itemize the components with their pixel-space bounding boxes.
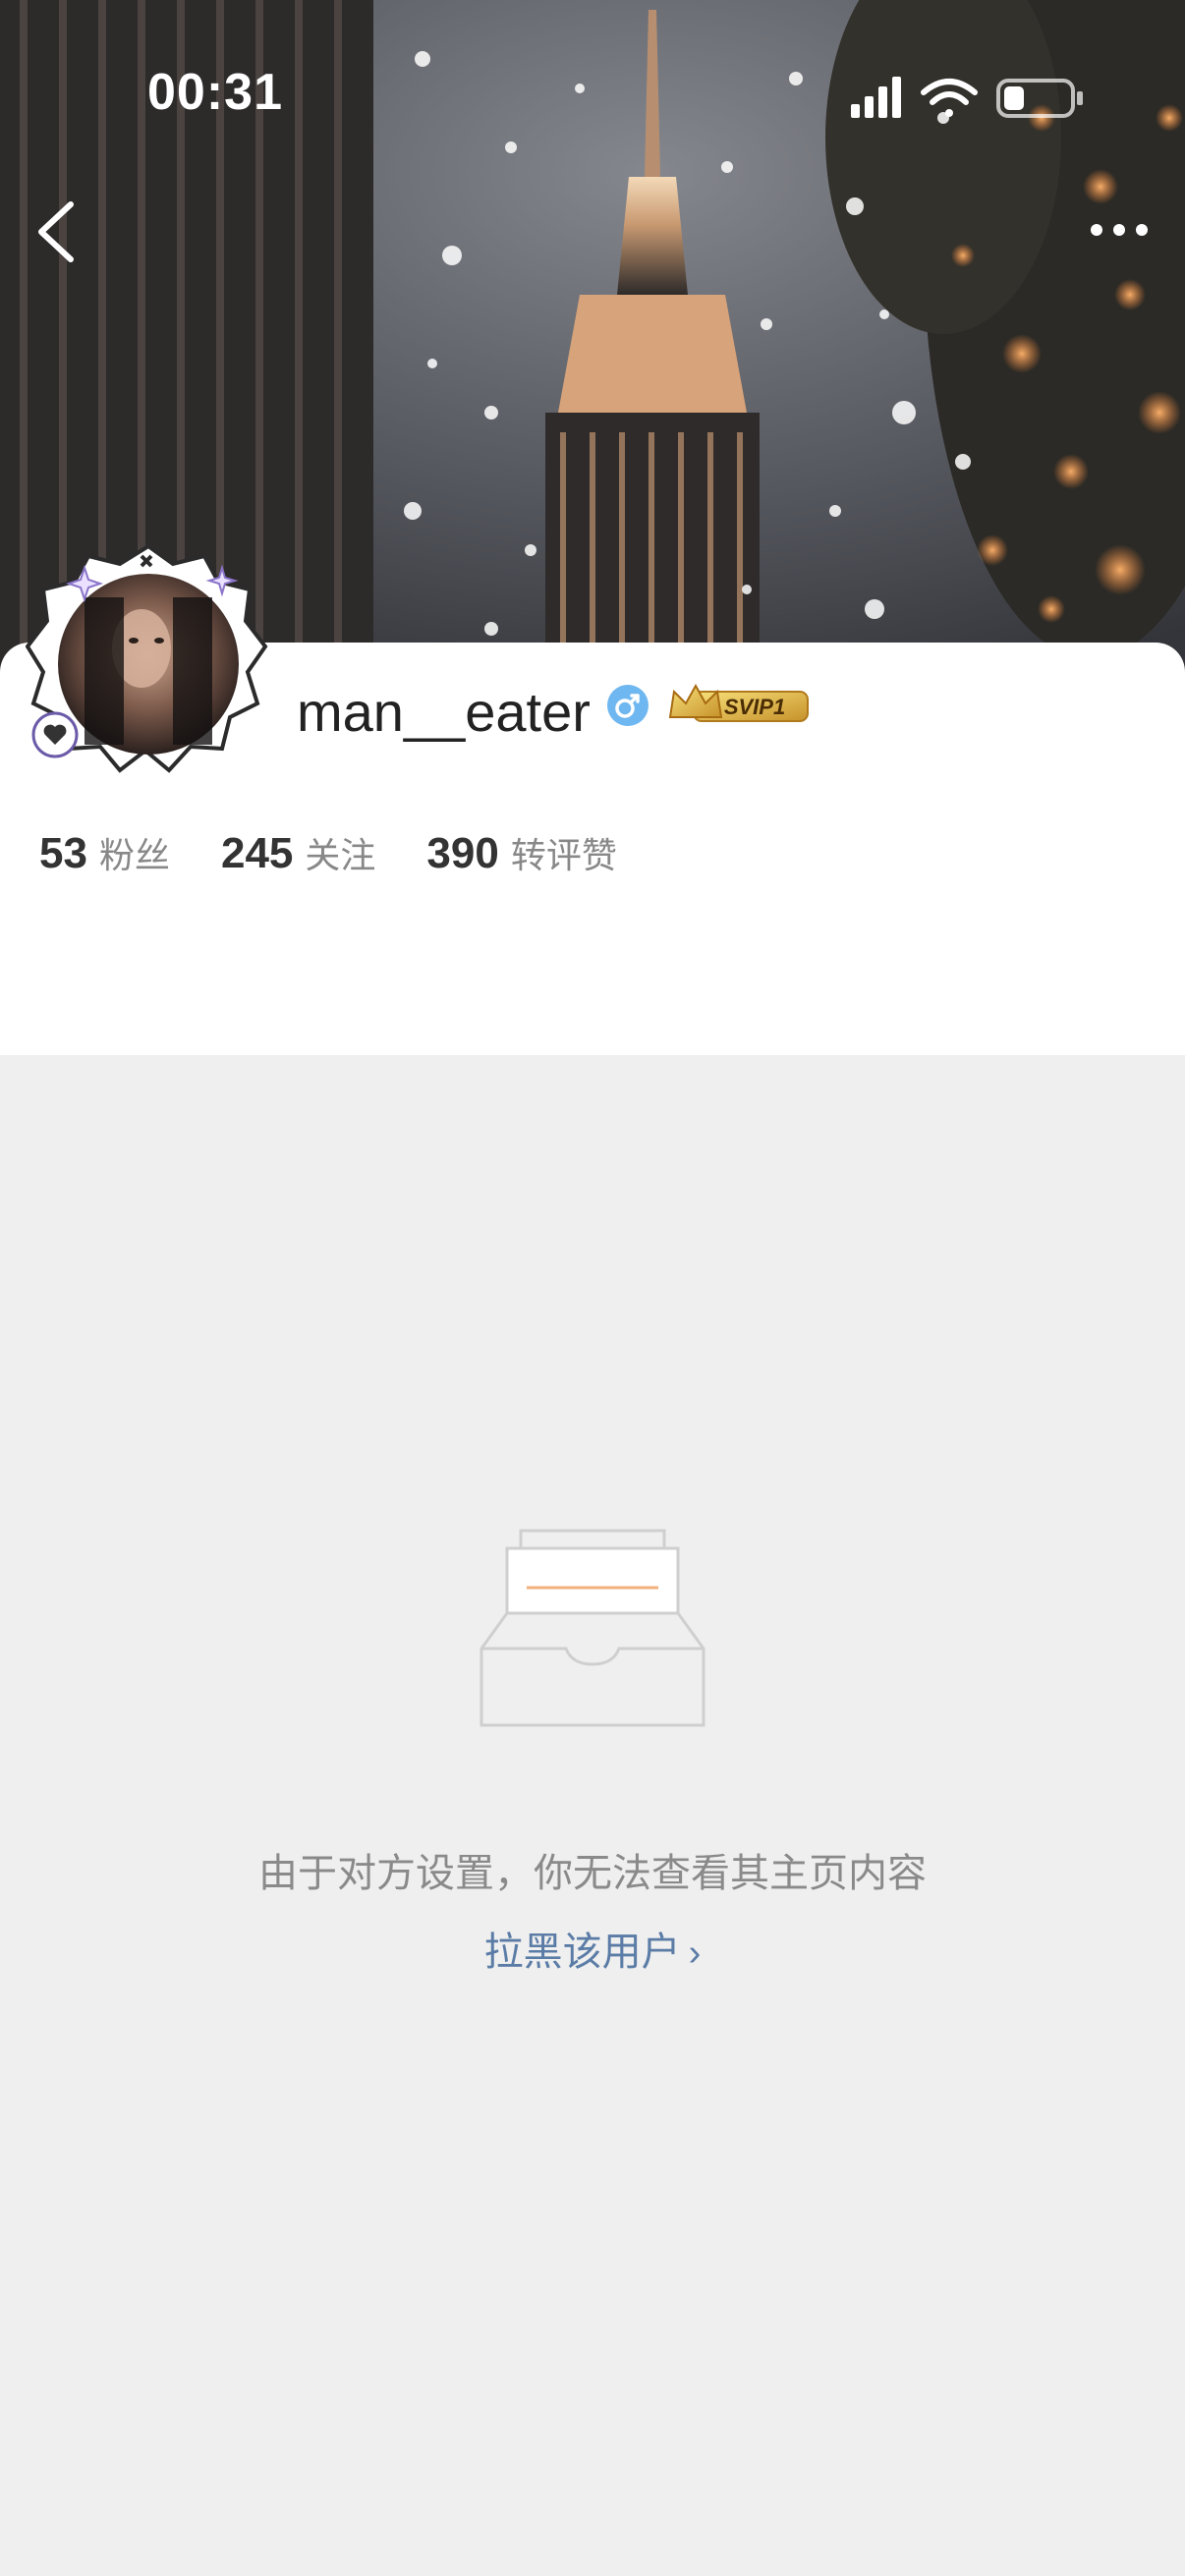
stat-label: 关注 <box>305 835 376 875</box>
avatar-frame <box>25 543 268 773</box>
vip-badge[interactable]: SVIP1 <box>666 682 814 729</box>
male-icon <box>607 685 649 726</box>
more-dots-icon <box>1091 224 1148 236</box>
chevron-right-icon: › <box>688 1932 702 1974</box>
status-indicators <box>851 77 1083 118</box>
block-user-link[interactable]: 拉黑该用户 › <box>0 1920 1185 1977</box>
stat-followers[interactable]: 53 粉丝 <box>39 827 170 878</box>
more-button[interactable] <box>1085 210 1154 250</box>
stat-value: 53 <box>39 829 87 877</box>
avatar[interactable] <box>25 538 271 794</box>
back-button[interactable] <box>28 193 86 271</box>
stat-value: 245 <box>220 829 294 877</box>
back-arrow-icon <box>38 201 74 262</box>
stat-label: 粉丝 <box>98 835 170 875</box>
vip-label: SVIP1 <box>724 695 785 719</box>
status-time: 00:31 <box>147 64 283 121</box>
username: man__eater <box>297 681 591 743</box>
empty-state-message: 由于对方设置，你无法查看其主页内容 <box>258 1852 927 1895</box>
stat-following[interactable]: 245 关注 <box>221 827 375 878</box>
stat-interactions[interactable]: 390 转评赞 <box>426 827 616 878</box>
block-user-label: 拉黑该用户 <box>483 1931 681 1974</box>
profile-stats: 53 粉丝 245 关注 390 转评赞 <box>39 827 668 886</box>
crown-icon <box>668 683 723 718</box>
wifi-icon <box>921 79 978 117</box>
battery-icon <box>996 79 1083 118</box>
status-bar: 00:31 <box>0 0 1185 187</box>
stat-label: 转评赞 <box>510 835 617 875</box>
cellular-signal-icon <box>851 77 901 118</box>
stat-value: 390 <box>426 829 499 877</box>
empty-box-icon <box>478 1527 707 1731</box>
